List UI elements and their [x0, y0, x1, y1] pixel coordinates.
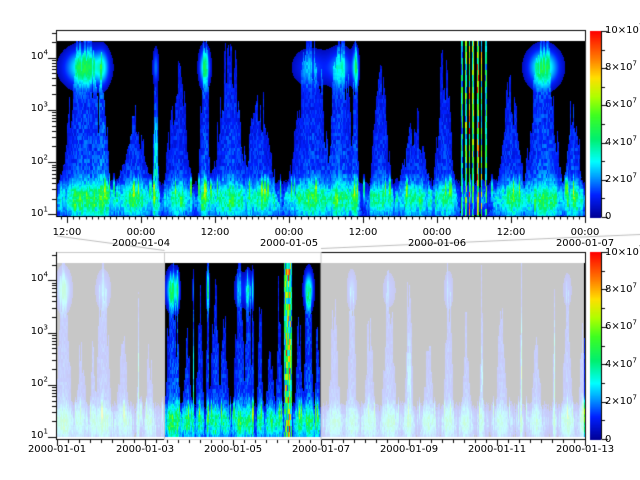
spectrogram-figure: 12:0000:002000-01-0412:0000:002000-01-05… [0, 0, 640, 480]
zoom-selection-region[interactable] [164, 252, 321, 440]
